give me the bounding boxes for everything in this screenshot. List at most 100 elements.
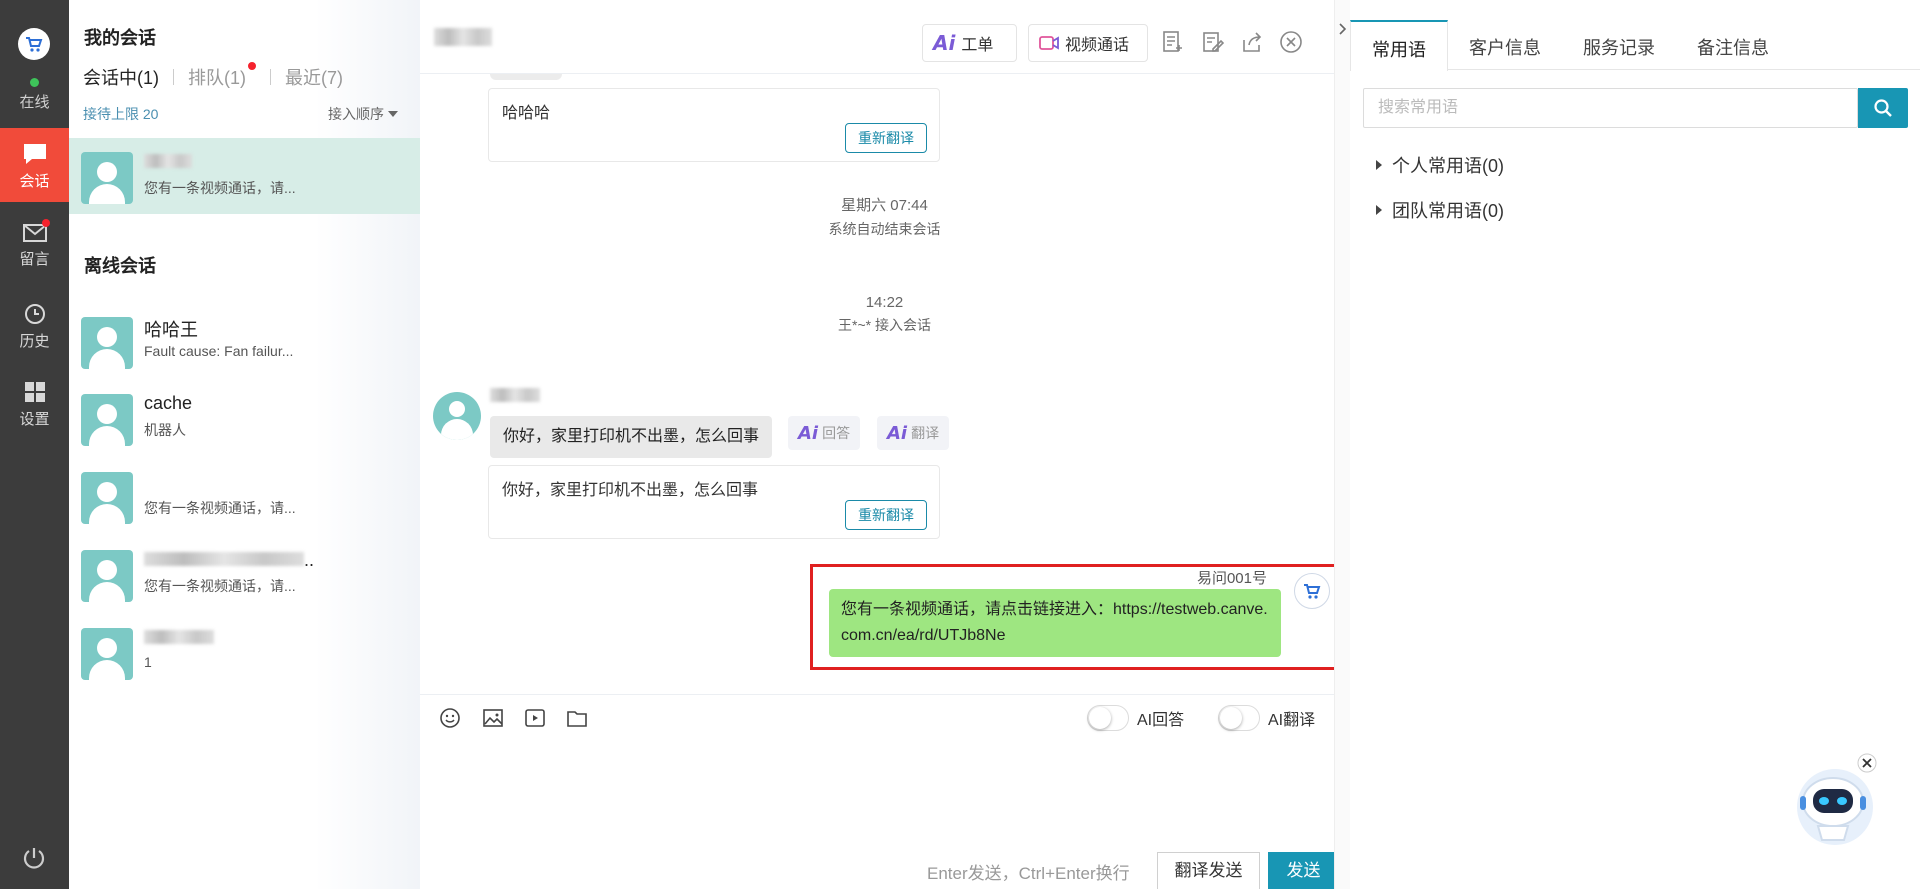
robot-assistant[interactable] xyxy=(1788,752,1878,847)
close-session-icon[interactable] xyxy=(1279,30,1303,54)
ai-translate-label: 翻译 xyxy=(911,425,940,441)
power-button[interactable] xyxy=(21,845,47,876)
ai-reply-label: AI回答 xyxy=(1137,712,1185,729)
session-preview: 您有一条视频通话，请... xyxy=(144,500,296,516)
send-button[interactable]: 发送 xyxy=(1268,852,1339,889)
rail-item-settings[interactable]: 设置 xyxy=(0,366,69,440)
translate-send-button[interactable]: 翻译发送 xyxy=(1157,852,1260,889)
ai-logo-icon: Ai xyxy=(798,422,819,444)
ai-logo-icon: Ai xyxy=(933,31,956,55)
agent-message[interactable]: 您有一条视频通话，请点击链接进入：https://testweb.canve.c… xyxy=(829,589,1281,657)
rail-item-message[interactable]: 留言 xyxy=(0,208,69,282)
rail-item-label: 历史 xyxy=(19,333,50,350)
add-note-icon[interactable] xyxy=(1161,30,1185,54)
search-icon xyxy=(1874,99,1892,117)
translation-box: 你好，家里打印机不出墨，怎么回事 重新翻译 xyxy=(488,465,940,539)
avatar xyxy=(81,152,133,204)
offline-sessions-title: 离线会话 xyxy=(84,256,156,276)
ai-reply-switch[interactable] xyxy=(1087,705,1129,731)
chat-icon xyxy=(23,144,46,164)
tab-phrases[interactable]: 常用语 xyxy=(1350,20,1448,71)
avatar xyxy=(81,550,133,602)
collapse-strip[interactable] xyxy=(1334,0,1350,889)
customer-avatar xyxy=(433,392,481,440)
tab-service-records[interactable]: 服务记录 xyxy=(1562,20,1676,70)
ai-translate-toggle[interactable]: AI翻译 xyxy=(1218,705,1315,731)
emoji-icon[interactable] xyxy=(439,707,461,729)
search-button[interactable] xyxy=(1858,88,1908,128)
agent-name: 易问001号 xyxy=(1196,570,1267,587)
tab-customer-info[interactable]: 客户信息 xyxy=(1448,20,1562,70)
expand-arrow-icon xyxy=(1376,205,1382,215)
video-file-icon[interactable] xyxy=(524,707,546,729)
rail-item-history[interactable]: 历史 xyxy=(0,288,69,362)
chevron-right-icon[interactable] xyxy=(1338,22,1348,36)
session-name: cache xyxy=(144,393,193,413)
queue-badge xyxy=(248,62,256,70)
robot-icon xyxy=(1797,753,1877,845)
session-preview: 您有一条视频通话，请... xyxy=(144,180,296,196)
ticket-button[interactable]: Ai 工单 xyxy=(922,24,1017,62)
divider xyxy=(173,69,174,85)
system-notice: 星期六 07:44 系统自动结束会话 xyxy=(420,194,1349,239)
composer[interactable]: AI回答 AI翻译 Enter发送，Ctrl+Enter换行 翻译发送 发送 xyxy=(420,694,1349,889)
redacted-customer-label xyxy=(490,388,540,402)
ai-answer-button[interactable]: Ai 回答 xyxy=(788,416,861,450)
video-camera-icon xyxy=(1039,36,1059,50)
clock-icon xyxy=(24,304,45,324)
expand-arrow-icon xyxy=(1376,160,1382,170)
ai-translate-switch[interactable] xyxy=(1218,705,1260,731)
tab-in-session[interactable]: 会话中(1) xyxy=(83,64,159,90)
notice-text: 王*~* 接入会话 xyxy=(838,317,931,333)
ticket-label: 工单 xyxy=(961,37,994,54)
ai-translate-button[interactable]: Ai 翻译 xyxy=(877,416,950,450)
session-item[interactable]: .. 您有一条视频通话，请... xyxy=(69,536,420,612)
session-name: 哈哈王 xyxy=(144,320,198,340)
group-label: 个人常用语(0) xyxy=(1392,156,1504,176)
ai-logo-icon: Ai xyxy=(887,422,908,444)
group-personal[interactable]: 个人常用语(0) xyxy=(1376,152,1504,178)
redacted-customer-name xyxy=(434,28,492,46)
session-item[interactable]: 哈哈王 Fault cause: Fan failur... xyxy=(69,303,420,379)
phrase-search-input[interactable]: 搜索常用语 xyxy=(1363,88,1858,128)
message-list[interactable]: 哈哈哈 重新翻译 星期六 07:44 系统自动结束会话 14:22 王*~* 接… xyxy=(420,74,1349,694)
ai-reply-toggle[interactable]: AI回答 xyxy=(1087,705,1184,731)
share-icon[interactable] xyxy=(1240,30,1264,54)
tab-queue[interactable]: 排队(1) xyxy=(188,62,256,90)
rail-item-chat[interactable]: 会话 xyxy=(0,128,69,202)
chat-header: Ai 工单 视频通话 xyxy=(420,0,1349,74)
my-sessions-title: 我的会话 xyxy=(84,28,156,48)
avatar xyxy=(81,628,133,680)
redacted-name xyxy=(144,552,304,566)
retranslate-button[interactable]: 重新翻译 xyxy=(845,500,927,530)
translation-box: 哈哈哈 重新翻译 xyxy=(488,88,940,162)
retranslate-button[interactable]: 重新翻译 xyxy=(845,123,927,153)
rail-item-label: 留言 xyxy=(19,251,50,268)
session-item[interactable]: 您有一条视频通话，请... xyxy=(69,458,420,534)
redacted-name xyxy=(144,630,214,644)
session-name-suffix: .. xyxy=(304,550,315,570)
previous-bubble xyxy=(490,74,562,80)
online-status[interactable]: 在线 xyxy=(0,78,69,112)
order-dropdown[interactable]: 接入顺序 xyxy=(328,104,398,124)
tab-queue-label: 排队(1) xyxy=(188,68,246,88)
session-name xyxy=(144,628,214,649)
group-team[interactable]: 团队常用语(0) xyxy=(1376,197,1504,223)
cart-logo-icon xyxy=(18,28,50,60)
folder-icon[interactable] xyxy=(566,707,588,729)
tab-recent[interactable]: 最近(7) xyxy=(285,64,343,90)
highlighted-agent-message: 易问001号 您有一条视频通话，请点击链接进入：https://testweb.… xyxy=(810,564,1338,670)
video-call-button[interactable]: 视频通话 xyxy=(1028,24,1148,62)
power-icon xyxy=(23,848,45,869)
caret-down-icon xyxy=(388,111,398,117)
session-item[interactable]: 1 xyxy=(69,614,420,690)
image-icon[interactable] xyxy=(482,707,504,729)
session-item[interactable]: 您有一条视频通话，请... xyxy=(69,138,420,214)
order-label: 接入顺序 xyxy=(328,106,384,122)
rail-item-label: 会话 xyxy=(19,173,50,190)
edit-icon[interactable] xyxy=(1201,30,1225,54)
session-item[interactable]: cache 机器人 xyxy=(69,380,420,456)
rail-item-label: 设置 xyxy=(19,411,50,428)
tab-notes[interactable]: 备注信息 xyxy=(1676,20,1790,70)
online-dot-icon xyxy=(30,78,39,87)
